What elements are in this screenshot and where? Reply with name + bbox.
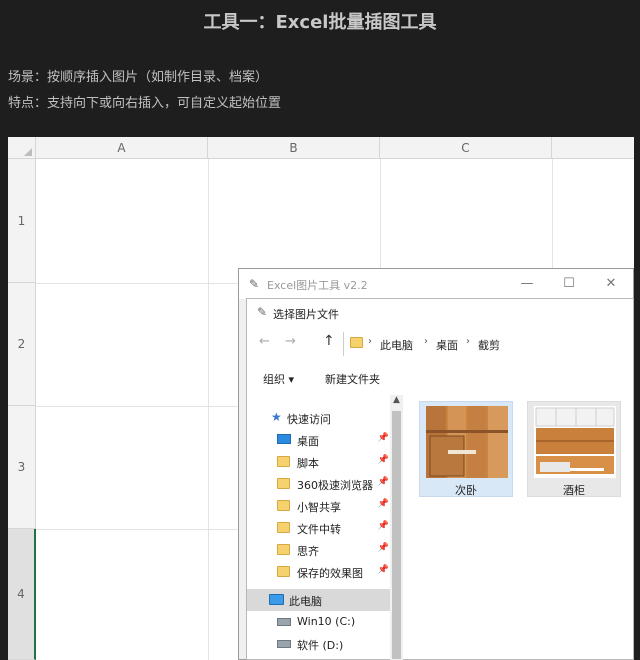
folder-icon xyxy=(350,337,363,348)
nav-label: 360极速浏览器X xyxy=(297,479,373,492)
page-title: 工具一：Excel批量插图工具 xyxy=(203,12,437,33)
select-all-corner[interactable] xyxy=(8,137,36,159)
scroll-thumb[interactable] xyxy=(392,411,401,659)
breadcrumb[interactable]: › 此电脑 › 桌面 › 截剪 xyxy=(343,332,635,356)
nav-label: 此电脑 xyxy=(289,595,322,608)
new-folder-button[interactable]: 新建文件夹 xyxy=(325,371,380,387)
file-item-wine-cabinet[interactable]: 酒柜 xyxy=(527,401,621,497)
column-a-header[interactable]: A xyxy=(36,137,208,159)
nav-drive-d[interactable]: 软件 (D:) xyxy=(247,633,391,655)
column-header-bar: A B C xyxy=(8,137,634,159)
nav-label: Win10 (C:) xyxy=(297,615,356,628)
nav-scrollbar[interactable]: ▲ xyxy=(390,395,403,660)
chevron-right-icon: › xyxy=(466,336,470,347)
chevron-right-icon: › xyxy=(368,336,372,347)
image-thumbnail xyxy=(534,406,616,478)
row-4-header[interactable]: 4 xyxy=(8,529,36,660)
folder-icon xyxy=(277,456,290,467)
nav-label: 快速访问 xyxy=(287,413,331,426)
nav-drive-c[interactable]: Win10 (C:) xyxy=(247,611,391,633)
maximize-button[interactable]: ☐ xyxy=(549,273,589,295)
scene-text: 场景：按顺序插入图片（如制作目录、档案） xyxy=(8,70,269,85)
nav-label: 桌面 xyxy=(297,435,319,448)
grid-line xyxy=(208,159,209,660)
nav-xiaozhi-share[interactable]: 小智共享 📌 xyxy=(247,495,391,517)
folder-icon xyxy=(277,500,290,511)
nav-label: 文件中转 xyxy=(297,523,341,536)
nav-label: 保存的效果图 xyxy=(297,567,363,580)
organize-button[interactable]: 组织 ▾ xyxy=(263,371,294,387)
back-arrow-icon[interactable]: ← xyxy=(259,334,270,349)
minimize-button[interactable]: — xyxy=(507,273,547,295)
scroll-up-icon[interactable]: ▲ xyxy=(390,395,403,409)
breadcrumb-this-pc[interactable]: 此电脑 xyxy=(380,337,413,353)
navigation-pane: ★ 快速访问 桌面 📌 脚本 📌 360极速浏览器X 📌 小智共享 📌 文件中转… xyxy=(247,395,403,660)
image-thumbnail xyxy=(426,406,508,478)
dialog-title: 选择图片文件 xyxy=(273,308,339,321)
pin-icon: 📌 xyxy=(377,543,389,553)
address-bar: ← → ↑ › 此电脑 › 桌面 › 截剪 xyxy=(247,329,633,359)
nav-label: 思齐 xyxy=(297,545,319,558)
pin-icon: 📌 xyxy=(377,433,389,443)
computer-icon xyxy=(269,594,284,605)
close-button[interactable]: ✕ xyxy=(591,273,631,295)
forward-arrow-icon[interactable]: → xyxy=(285,334,296,349)
pin-icon: 📌 xyxy=(377,521,389,531)
pin-icon: 📌 xyxy=(377,499,389,509)
breadcrumb-desktop[interactable]: 桌面 xyxy=(436,337,458,353)
nav-this-pc[interactable]: 此电脑 xyxy=(247,589,391,611)
drive-icon xyxy=(277,618,291,626)
row-3-header[interactable]: 3 xyxy=(8,406,36,529)
nav-saved-renderings[interactable]: 保存的效果图 📌 xyxy=(247,561,391,583)
feature-text: 特点：支持向下或向右插入，可自定义起始位置 xyxy=(8,96,282,111)
file-open-dialog: ✎ 选择图片文件 ← → ↑ › 此电脑 › 桌面 › 截剪 组织 ▾ 新建文件… xyxy=(246,298,634,660)
row-2-header[interactable]: 2 xyxy=(8,283,36,406)
desktop-icon xyxy=(277,434,291,444)
nav-file-transfer[interactable]: 文件中转 📌 xyxy=(247,517,391,539)
file-name: 酒柜 xyxy=(563,484,585,497)
file-item-bedroom[interactable]: 次卧 xyxy=(419,401,513,497)
nav-quick-access[interactable]: ★ 快速访问 xyxy=(247,407,391,429)
nav-desktop[interactable]: 桌面 📌 xyxy=(247,429,391,451)
tool-window-title: Excel图片工具 v2.2 xyxy=(267,279,368,292)
folder-icon xyxy=(277,478,290,489)
star-icon: ★ xyxy=(271,410,282,424)
pin-icon: 📌 xyxy=(377,455,389,465)
dialog-titlebar: ✎ 选择图片文件 xyxy=(247,299,633,327)
feather-icon: ✎ xyxy=(249,277,260,291)
folder-icon xyxy=(277,566,290,577)
nav-label: 脚本 xyxy=(297,457,319,470)
column-c-header[interactable]: C xyxy=(380,137,552,159)
nav-label: 软件 (D:) xyxy=(297,639,344,652)
folder-icon xyxy=(277,544,290,555)
breadcrumb-folder[interactable]: 截剪 xyxy=(478,337,500,353)
feather-icon: ✎ xyxy=(257,305,268,319)
column-b-header[interactable]: B xyxy=(208,137,380,159)
pin-icon: 📌 xyxy=(377,477,389,487)
chevron-right-icon: › xyxy=(424,336,428,347)
nav-siqi[interactable]: 思齐 📌 xyxy=(247,539,391,561)
nav-scripts[interactable]: 脚本 📌 xyxy=(247,451,391,473)
pin-icon: 📌 xyxy=(377,565,389,575)
nav-360-browser[interactable]: 360极速浏览器X 📌 xyxy=(247,473,391,495)
row-1-header[interactable]: 1 xyxy=(8,159,36,283)
tool-titlebar: ✎ Excel图片工具 v2.2 — ☐ ✕ xyxy=(239,269,633,299)
up-arrow-icon[interactable]: ↑ xyxy=(323,333,335,349)
file-list: 次卧 酒柜 xyxy=(415,395,635,660)
dialog-toolbar: 组织 ▾ 新建文件夹 xyxy=(247,365,633,391)
folder-icon xyxy=(277,522,290,533)
drive-icon xyxy=(277,640,291,648)
nav-label: 小智共享 xyxy=(297,501,341,514)
file-name: 次卧 xyxy=(455,484,477,497)
